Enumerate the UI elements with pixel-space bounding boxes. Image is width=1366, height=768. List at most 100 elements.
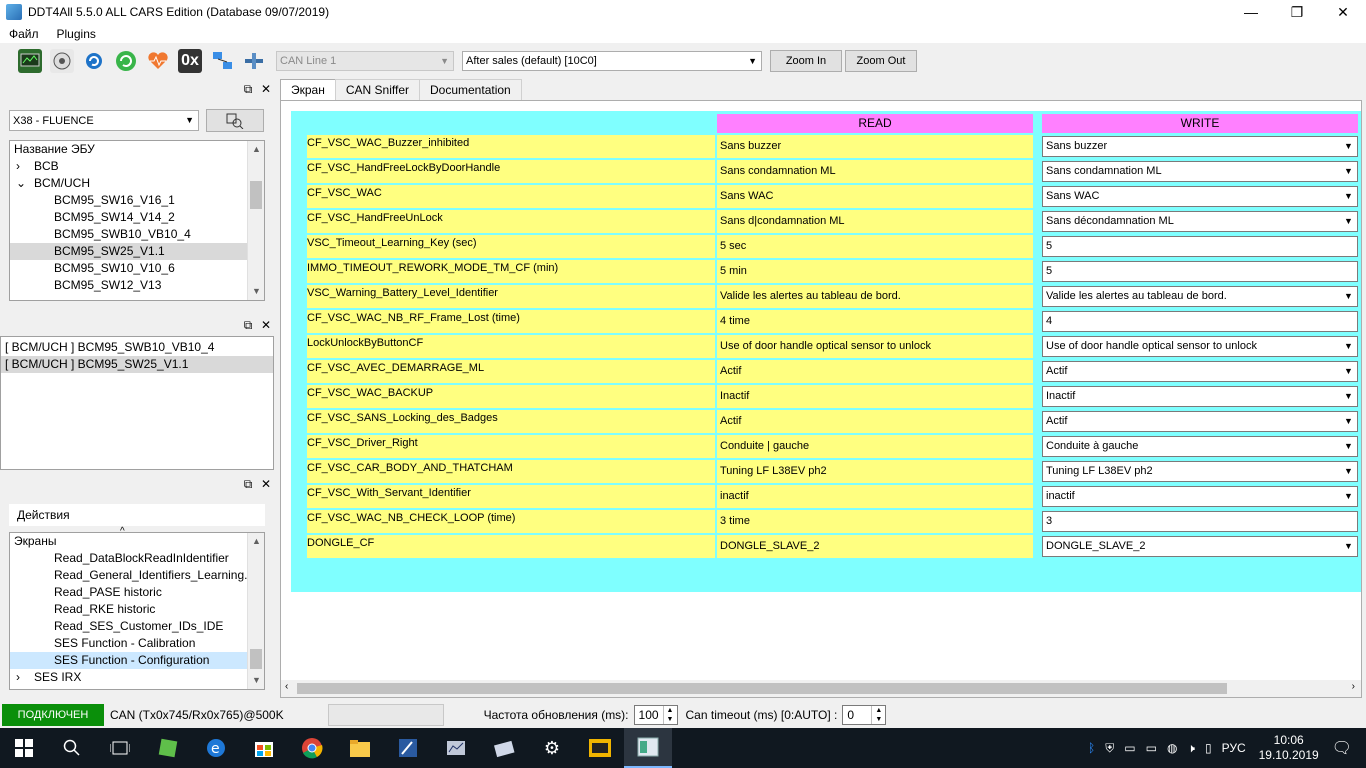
screen-tree-item[interactable]: Read_PASE historic	[10, 584, 247, 601]
expand-toggle-icon[interactable]: ›	[16, 669, 34, 686]
chevron-down-icon[interactable]: ▼	[1342, 489, 1355, 504]
write-select[interactable]: Actif ▼	[1042, 411, 1358, 432]
write-select[interactable]: Inactif ▼	[1042, 386, 1358, 407]
write-input[interactable]: 5	[1042, 261, 1358, 282]
screen-tree-item[interactable]: › SES IRX	[10, 669, 247, 686]
ecu-tree-item[interactable]: BCM95_SW14_V14_2	[10, 209, 247, 226]
clock[interactable]: 10:06 19.10.2019	[1259, 733, 1319, 763]
write-select[interactable]: Conduite à gauche ▼	[1042, 436, 1358, 457]
ecu-tree-item[interactable]: BCM95_SW12_V13	[10, 277, 247, 294]
menu-plugins[interactable]: Plugins	[48, 27, 105, 41]
write-select[interactable]: Tuning LF L38EV ph2 ▼	[1042, 461, 1358, 482]
volume-icon[interactable]: 🕨	[1187, 741, 1195, 756]
auto-refresh-icon[interactable]	[114, 49, 138, 73]
write-select[interactable]: Use of door handle optical sensor to unl…	[1042, 336, 1358, 357]
settings-gear-icon[interactable]: ⚙	[528, 728, 576, 768]
scroll-up-icon[interactable]: ▲	[248, 141, 264, 158]
hex-mode-icon[interactable]: 0x	[178, 49, 202, 73]
expand-toggle-icon[interactable]: ⌄	[16, 175, 34, 192]
scan-ecu-button[interactable]	[206, 109, 264, 132]
write-select[interactable]: Sans buzzer ▼	[1042, 136, 1358, 157]
float-icon[interactable]: ⧉	[240, 318, 256, 333]
write-input[interactable]: 4	[1042, 311, 1358, 332]
refresh-icon[interactable]	[82, 49, 106, 73]
ddt4all-task-icon[interactable]	[624, 728, 672, 768]
chevron-down-icon[interactable]: ▼	[1342, 439, 1355, 454]
ecu-tree-item[interactable]: BCM95_SW16_V16_1	[10, 192, 247, 209]
chevron-down-icon[interactable]: ▼	[1342, 164, 1355, 179]
chevron-down-icon[interactable]: ▼	[1342, 289, 1355, 304]
edge-browser-icon[interactable]: e	[192, 728, 240, 768]
tree-scrollbar[interactable]: ▲ ▼	[247, 141, 264, 300]
scroll-down-icon[interactable]: ▼	[248, 672, 264, 689]
chevron-down-icon[interactable]: ▼	[1342, 414, 1355, 429]
scroll-thumb[interactable]	[250, 649, 262, 669]
ecu-scan-icon[interactable]	[50, 49, 74, 73]
chevron-down-icon[interactable]: ▼	[1342, 389, 1355, 404]
ecu-tree-item[interactable]: ⌄ BCM/UCH	[10, 175, 247, 192]
heart-monitor-icon[interactable]	[146, 49, 170, 73]
chrome-icon[interactable]	[288, 728, 336, 768]
task-view-icon[interactable]	[96, 728, 144, 768]
minimize-button[interactable]: —	[1228, 0, 1274, 24]
windows-start-icon[interactable]	[0, 728, 48, 768]
app-icon-tool[interactable]	[480, 728, 528, 768]
screen-tree-item[interactable]: Read_DataBlockReadInIdentifier	[10, 550, 247, 567]
can-timeout-input[interactable]: 0 ▲ ▼	[842, 705, 887, 725]
vehicle-select[interactable]: X38 - FLUENCE ▼	[9, 110, 199, 131]
write-select[interactable]: Sans WAC ▼	[1042, 186, 1358, 207]
expand-toggle-icon[interactable]: ›	[16, 158, 34, 175]
network-globe-icon[interactable]: ◍	[1167, 741, 1177, 755]
tab-2[interactable]: Documentation	[419, 79, 522, 100]
bluetooth-icon[interactable]: ᛒ	[1088, 741, 1095, 755]
tab-1[interactable]: CAN Sniffer	[334, 79, 420, 100]
network-icon[interactable]	[210, 49, 234, 73]
ecu-list-item[interactable]: [ BCM/UCH ] BCM95_SW25_V1.1	[1, 356, 273, 373]
float-icon[interactable]: ⧉	[240, 82, 256, 97]
tools-icon[interactable]	[242, 49, 266, 73]
write-select[interactable]: DONGLE_SLAVE_2 ▼	[1042, 536, 1358, 557]
horizontal-scrollbar[interactable]: ‹ ›	[281, 680, 1361, 697]
battery-icon[interactable]: ▭	[1146, 741, 1157, 755]
spinner-icon[interactable]: ▲ ▼	[662, 706, 677, 724]
app-icon-editor[interactable]	[384, 728, 432, 768]
spinner-icon[interactable]: ▲ ▼	[871, 706, 885, 724]
ecu-tree-item[interactable]: › BCB	[10, 158, 247, 175]
chevron-down-icon[interactable]: ▼	[1342, 464, 1355, 479]
ecu-tree-item[interactable]: BCM95_SW10_V10_6	[10, 260, 247, 277]
close-icon[interactable]: ✕	[258, 477, 274, 491]
write-input[interactable]: 3	[1042, 511, 1358, 532]
language-indicator[interactable]: РУС	[1222, 741, 1246, 755]
session-select[interactable]: After sales (default) [10C0] ▼	[462, 51, 762, 71]
can-line-select[interactable]: CAN Line 1 ▼	[276, 51, 454, 71]
write-select[interactable]: Actif ▼	[1042, 361, 1358, 382]
scroll-left-icon[interactable]: ‹	[285, 681, 288, 692]
store-icon[interactable]	[240, 728, 288, 768]
input-icon[interactable]: ▯	[1205, 741, 1212, 755]
zoom-out-button[interactable]: Zoom Out	[845, 50, 917, 72]
menu-file[interactable]: Файл	[0, 27, 48, 41]
chevron-down-icon[interactable]: ▼	[1342, 364, 1355, 379]
screen-tree-item[interactable]: SES Function - Calibration	[10, 635, 247, 652]
scroll-right-icon[interactable]: ›	[1352, 681, 1355, 692]
write-select[interactable]: Valide les alertes au tableau de bord. ▼	[1042, 286, 1358, 307]
scroll-up-icon[interactable]: ▲	[248, 533, 264, 550]
scroll-thumb[interactable]	[250, 181, 262, 209]
monitor-icon[interactable]	[18, 49, 42, 73]
chevron-down-icon[interactable]: ▼	[1342, 539, 1355, 554]
device-icon[interactable]: ▭	[1124, 741, 1135, 755]
close-icon[interactable]: ✕	[258, 318, 274, 332]
scroll-down-icon[interactable]: ▼	[248, 283, 264, 300]
screen-tree-item[interactable]: Read_RKE historic	[10, 601, 247, 618]
write-select[interactable]: Sans décondamnation ML ▼	[1042, 211, 1358, 232]
ecu-tree-item[interactable]: BCM95_SW25_V1.1	[10, 243, 247, 260]
search-icon[interactable]	[48, 728, 96, 768]
chevron-down-icon[interactable]: ▼	[1342, 214, 1355, 229]
chevron-down-icon[interactable]: ▼	[1342, 339, 1355, 354]
ecu-list-item[interactable]: [ BCM/UCH ] BCM95_SWB10_VB10_4	[1, 339, 273, 356]
notepad-icon[interactable]	[144, 728, 192, 768]
refresh-rate-input[interactable]: 100 ▲ ▼	[633, 705, 678, 725]
ecu-tree-item[interactable]: BCM95_SWB10_VB10_4	[10, 226, 247, 243]
screen-tree-item[interactable]: Read_SES_Customer_IDs_IDE	[10, 618, 247, 635]
zoom-in-button[interactable]: Zoom In	[770, 50, 842, 72]
